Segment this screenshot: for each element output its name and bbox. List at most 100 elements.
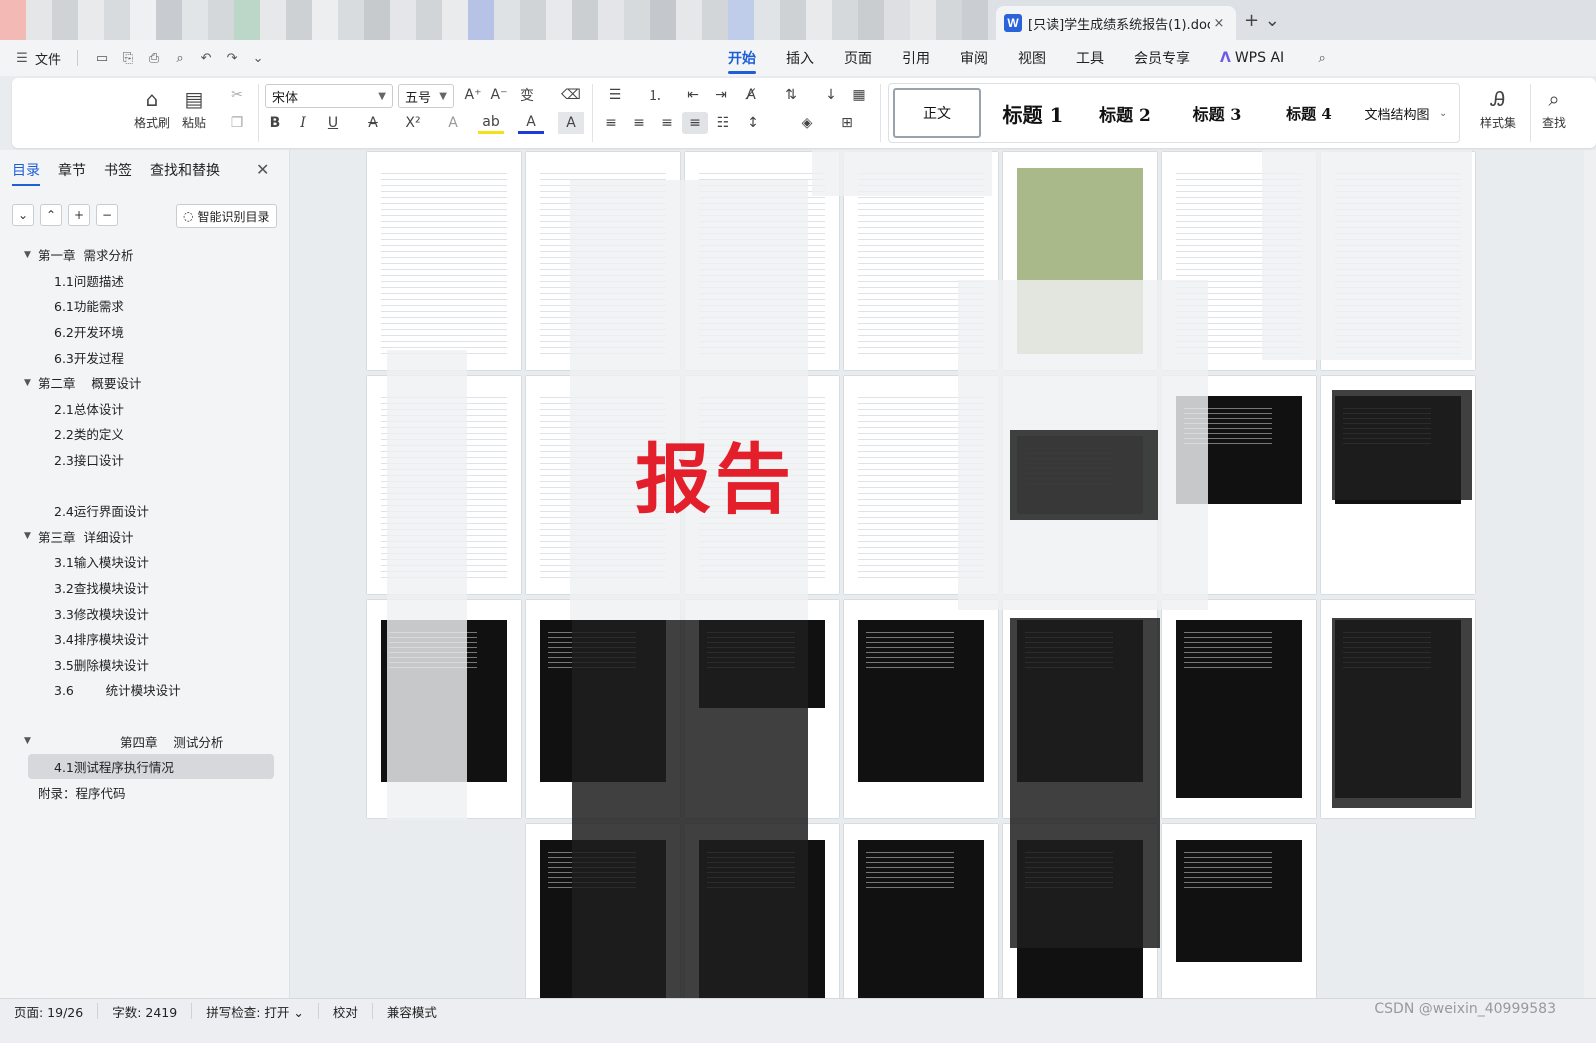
char-shading-icon[interactable]: A [558, 112, 584, 134]
justify-icon[interactable]: ≡ [682, 112, 708, 134]
wps-ai-button[interactable]: Ʌ WPS AI [1220, 42, 1284, 74]
grow-font-icon[interactable]: A⁺ [460, 84, 486, 106]
collapse-icon[interactable]: ▼ [24, 250, 31, 260]
align-center-icon[interactable]: ≡ [626, 112, 652, 134]
align-left-icon[interactable]: ≡ [598, 112, 624, 134]
bold-icon[interactable]: B [262, 112, 288, 134]
page-thumbnail[interactable] [367, 152, 521, 370]
toc-item[interactable]: 2.2类的定义 [0, 421, 290, 447]
show-marks-icon[interactable]: ▦ [846, 84, 872, 106]
style-normal[interactable]: 正文 [893, 88, 981, 138]
toc-item[interactable]: 3.5删除模块设计 [0, 652, 290, 678]
style-set-button[interactable]: Ꭿ 样式集 [1480, 84, 1516, 131]
toc-item-empty[interactable] [0, 703, 290, 729]
toc-item[interactable]: 3.3修改模块设计 [0, 600, 290, 626]
pane-tab-find-replace[interactable]: 查找和替换 [150, 160, 220, 186]
sort-icon[interactable]: ⇅ [778, 84, 804, 106]
chevron-down-icon[interactable]: ⌄ [250, 50, 266, 66]
page-thumbnail[interactable] [844, 824, 998, 998]
style-heading-1[interactable]: 标题 1 [987, 88, 1079, 138]
redo-icon[interactable]: ↷ [224, 50, 240, 66]
chevron-down-icon[interactable]: ⌄ [1439, 108, 1447, 119]
borders-icon[interactable]: ⊞ [834, 112, 860, 134]
collapse-icon[interactable]: ▼ [24, 531, 31, 541]
tab-page[interactable]: 页面 [844, 40, 872, 76]
tab-member[interactable]: 会员专享 [1134, 40, 1190, 76]
toc-item[interactable]: 1.1问题描述 [0, 268, 290, 294]
font-color-icon[interactable]: A [518, 112, 544, 134]
tab-view[interactable]: 视图 [1018, 40, 1046, 76]
print-preview-icon[interactable]: ⌕ [172, 50, 188, 66]
toc-item[interactable]: 3.1输入模块设计 [0, 549, 290, 575]
document-canvas[interactable]: 报告 [292, 150, 1596, 998]
text-direction-icon[interactable]: A̸ [738, 84, 764, 106]
collapse-icon[interactable]: ▼ [24, 736, 31, 746]
spell-check-toggle[interactable]: 拼写检查: 打开 ⌄ [192, 1003, 319, 1020]
page-thumbnail[interactable] [1162, 600, 1316, 818]
highlight-icon[interactable]: ab [478, 112, 504, 134]
page-thumbnail[interactable] [1162, 824, 1316, 998]
close-tab-icon[interactable]: × [1210, 16, 1228, 31]
toc-item[interactable]: 6.3开发过程 [0, 344, 290, 370]
toc-item[interactable]: ▼ 第二章 概要设计 [0, 370, 290, 396]
align-right-icon[interactable]: ≡ [654, 112, 680, 134]
file-menu[interactable]: ☰ 文件 [14, 49, 61, 68]
toc-item-selected[interactable]: 4.1测试程序执行情况 [28, 753, 274, 780]
search-icon[interactable]: ⌕ [1314, 50, 1330, 66]
tab-insert[interactable]: 插入 [786, 40, 814, 76]
increase-indent-icon[interactable]: ⇥ [708, 84, 734, 106]
underline-icon[interactable]: U [320, 112, 346, 134]
toc-item[interactable]: 附录：程序代码 [0, 779, 290, 805]
strikethrough-icon[interactable]: A [360, 112, 386, 134]
toc-item[interactable]: 2.3接口设计 [0, 447, 290, 473]
print-icon[interactable]: ⎙ [146, 50, 162, 66]
phonetic-guide-icon[interactable]: 变 [514, 84, 540, 106]
superscript-icon[interactable]: X² [400, 112, 426, 134]
toc-item[interactable]: 2.4运行界面设计 [0, 498, 290, 524]
font-family-select[interactable]: 宋体 ▼ [265, 84, 393, 108]
numbered-list-icon[interactable]: ⒈ [642, 84, 668, 106]
proofread-button[interactable]: 校对 [319, 1003, 373, 1020]
toc-item[interactable]: 6.1功能需求 [0, 293, 290, 319]
distribute-icon[interactable]: ☷ [710, 112, 736, 134]
shading-icon[interactable]: ◈ [794, 112, 820, 134]
save-icon[interactable]: ▭ [94, 50, 110, 66]
toc-item[interactable]: 2.1总体设计 [0, 396, 290, 422]
find-button[interactable]: ⌕ 查找 [1542, 84, 1566, 131]
text-effect-icon[interactable]: A [440, 112, 466, 134]
style-document-map[interactable]: 文档结构图 [1355, 88, 1439, 138]
vertical-scrollbar[interactable] [1584, 150, 1596, 998]
page-indicator[interactable]: 页面: 19/26 [0, 1003, 99, 1020]
tab-review[interactable]: 审阅 [960, 40, 988, 76]
document-tab[interactable]: W [只读]学生成绩系统报告(1).doc × [996, 6, 1236, 40]
bullet-list-icon[interactable]: ☰ [602, 84, 628, 106]
toc-item[interactable]: 6.2开发环境 [0, 319, 290, 345]
word-count[interactable]: 字数: 2419 [98, 1003, 193, 1020]
tab-home[interactable]: 开始 [728, 40, 756, 76]
paste-button[interactable]: ▤ 粘贴 [182, 84, 206, 131]
cut-icon[interactable]: ✂ [224, 84, 250, 106]
toc-item[interactable]: ▼ 第四章 测试分析 [0, 728, 290, 754]
pane-tab-chapters[interactable]: 章节 [58, 160, 86, 186]
export-icon[interactable]: ⎘ [120, 50, 136, 66]
pane-tab-toc[interactable]: 目录 [12, 160, 40, 186]
decrease-indent-icon[interactable]: ⇤ [680, 84, 706, 106]
move-up-button[interactable]: ⌃ [40, 204, 62, 226]
toc-item-empty[interactable] [0, 472, 290, 498]
tab-tools[interactable]: 工具 [1076, 40, 1104, 76]
pane-tab-bookmarks[interactable]: 书签 [104, 160, 132, 186]
tab-references[interactable]: 引用 [902, 40, 930, 76]
style-heading-4[interactable]: 标题 4 [1263, 88, 1355, 138]
toc-item[interactable]: 3.2查找模块设计 [0, 575, 290, 601]
font-size-select[interactable]: 五号 ▼ [398, 84, 454, 108]
add-level-button[interactable]: + [68, 204, 90, 226]
collapse-icon[interactable]: ▼ [24, 378, 31, 388]
toc-item[interactable]: ▼ 第三章 详细设计 [0, 524, 290, 550]
close-icon[interactable]: ✕ [256, 160, 269, 179]
expand-down-button[interactable]: ⌄ [12, 204, 34, 226]
toc-item[interactable]: ▼ 第一章 需求分析 [0, 242, 290, 268]
italic-icon[interactable]: I [290, 112, 316, 134]
undo-icon[interactable]: ↶ [198, 50, 214, 66]
toc-item[interactable]: 3.6 统计模块设计 [0, 677, 290, 703]
style-heading-2[interactable]: 标题 2 [1079, 88, 1171, 138]
